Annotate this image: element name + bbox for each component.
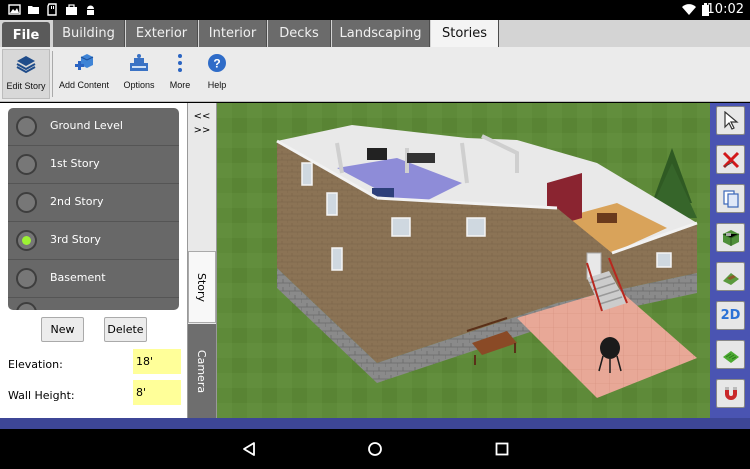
svg-text:?: ? [213, 57, 220, 71]
story-label: Basement [50, 271, 106, 284]
tab-exterior[interactable]: Exterior [126, 20, 198, 47]
story-item-partial [8, 298, 179, 310]
story-label: 3rd Story [50, 233, 101, 246]
story-radio[interactable] [16, 192, 37, 213]
options-label: Options [123, 80, 155, 90]
story-radio[interactable] [16, 154, 37, 175]
briefcase-icon [66, 4, 77, 15]
toolbar-divider [52, 51, 53, 97]
options-button[interactable]: Options [118, 49, 160, 99]
story-tab-label: Story [195, 272, 209, 302]
story-label: 1st Story [50, 157, 100, 170]
house-3d-render [217, 103, 710, 418]
furniture-bed [367, 148, 387, 160]
back-nav-icon[interactable] [241, 441, 257, 457]
grass-tool-button[interactable] [716, 340, 745, 369]
edit-story-label: Edit Story [6, 81, 46, 91]
status-bar: 10:02 [0, 0, 750, 20]
add-content-button[interactable]: Add Content [56, 49, 112, 99]
more-button[interactable]: More [164, 49, 196, 99]
app-root: 10:02 File Building Exterior Interior De… [0, 0, 750, 469]
story-item-2nd-story[interactable]: 2nd Story [8, 184, 179, 222]
tab-building[interactable]: Building [53, 20, 125, 47]
elevation-label: Elevation: [8, 358, 63, 371]
elevation-field[interactable]: 18' [133, 349, 181, 374]
tab-camera-side[interactable]: Camera [188, 324, 216, 418]
story-radio[interactable] [16, 116, 37, 137]
options-icon [128, 52, 150, 74]
terrain-tool-button[interactable] [716, 262, 745, 291]
side-tabs: << >> Story Camera [188, 103, 217, 418]
bottom-accent-strip [0, 418, 750, 429]
layers-icon [15, 53, 37, 75]
folder-icon [28, 6, 39, 14]
edit-story-button[interactable]: Edit Story [2, 49, 50, 99]
story-item-basement[interactable]: Basement [8, 260, 179, 298]
recents-nav-icon[interactable] [494, 441, 510, 457]
story-radio[interactable] [16, 268, 37, 289]
wifi-icon [682, 4, 696, 15]
terrain-icon [722, 272, 739, 285]
story-item-1st-story[interactable]: 1st Story [8, 146, 179, 184]
furniture-sofa [407, 153, 435, 163]
magnet-tool-button[interactable] [716, 379, 745, 408]
right-tool-column: 2D [710, 103, 750, 418]
camera-tab-label: Camera [195, 349, 209, 393]
delete-story-button[interactable]: Delete [104, 317, 147, 342]
main-tab-bar: File Building Exterior Interior Decks La… [0, 20, 750, 49]
view-2d-button[interactable]: 2D [716, 301, 745, 330]
copy-icon [722, 189, 739, 208]
story-item-3rd-story[interactable]: 3rd Story [8, 222, 179, 260]
tab-interior[interactable]: Interior [199, 20, 267, 47]
more-dots-icon [169, 52, 191, 74]
grass-icon [722, 350, 739, 363]
story-radio-selected[interactable] [16, 230, 37, 251]
magnet-icon [724, 386, 737, 400]
add-content-label: Add Content [58, 80, 110, 90]
3d-view-canvas[interactable] [217, 103, 710, 418]
android-nav-bar [0, 429, 750, 469]
new-story-button[interactable]: New [41, 317, 84, 342]
expand-right-label: >> [193, 125, 211, 136]
story-list[interactable]: Ground Level 1st Story 2nd Story 3rd Sto… [8, 108, 179, 310]
panel-collapse-toggle[interactable]: << >> [189, 107, 215, 143]
story-label: 2nd Story [50, 195, 104, 208]
wall-height-field[interactable]: 8' [133, 380, 181, 405]
tab-story-side[interactable]: Story [188, 251, 216, 323]
add-cube-icon [73, 52, 95, 74]
file-menu-button[interactable]: File [2, 22, 50, 49]
more-label: More [169, 80, 191, 90]
wall-height-label: Wall Height: [8, 389, 75, 402]
tab-landscaping[interactable]: Landscaping [332, 20, 430, 47]
story-item-ground-level[interactable]: Ground Level [8, 108, 179, 146]
cube-icon [722, 229, 739, 246]
pointer-icon [723, 110, 739, 130]
tab-decks[interactable]: Decks [268, 20, 331, 47]
2d-label: 2D [720, 308, 741, 323]
delete-x-icon [722, 151, 739, 168]
furniture-table [597, 213, 617, 223]
image-icon [8, 4, 21, 15]
android-icon [87, 5, 94, 15]
delete-tool-button[interactable] [716, 145, 745, 174]
copy-tool-button[interactable] [716, 184, 745, 213]
sd-card-icon [47, 3, 57, 16]
tab-stories[interactable]: Stories [431, 20, 499, 47]
story-label: Ground Level [50, 119, 123, 132]
view-3d-tool-button[interactable] [716, 223, 745, 252]
select-tool-button[interactable] [716, 106, 745, 135]
help-button[interactable]: ? Help [200, 49, 234, 99]
story-radio [16, 302, 37, 310]
home-nav-icon[interactable] [367, 441, 383, 457]
toolbar: Edit Story Add Content Options More ? He [0, 47, 750, 102]
stories-panel: Ground Level 1st Story 2nd Story 3rd Sto… [0, 103, 188, 418]
help-label: Help [207, 80, 227, 90]
help-icon: ? [206, 52, 228, 74]
collapse-left-label: << [193, 111, 211, 122]
clock: 10:02 [706, 2, 744, 17]
